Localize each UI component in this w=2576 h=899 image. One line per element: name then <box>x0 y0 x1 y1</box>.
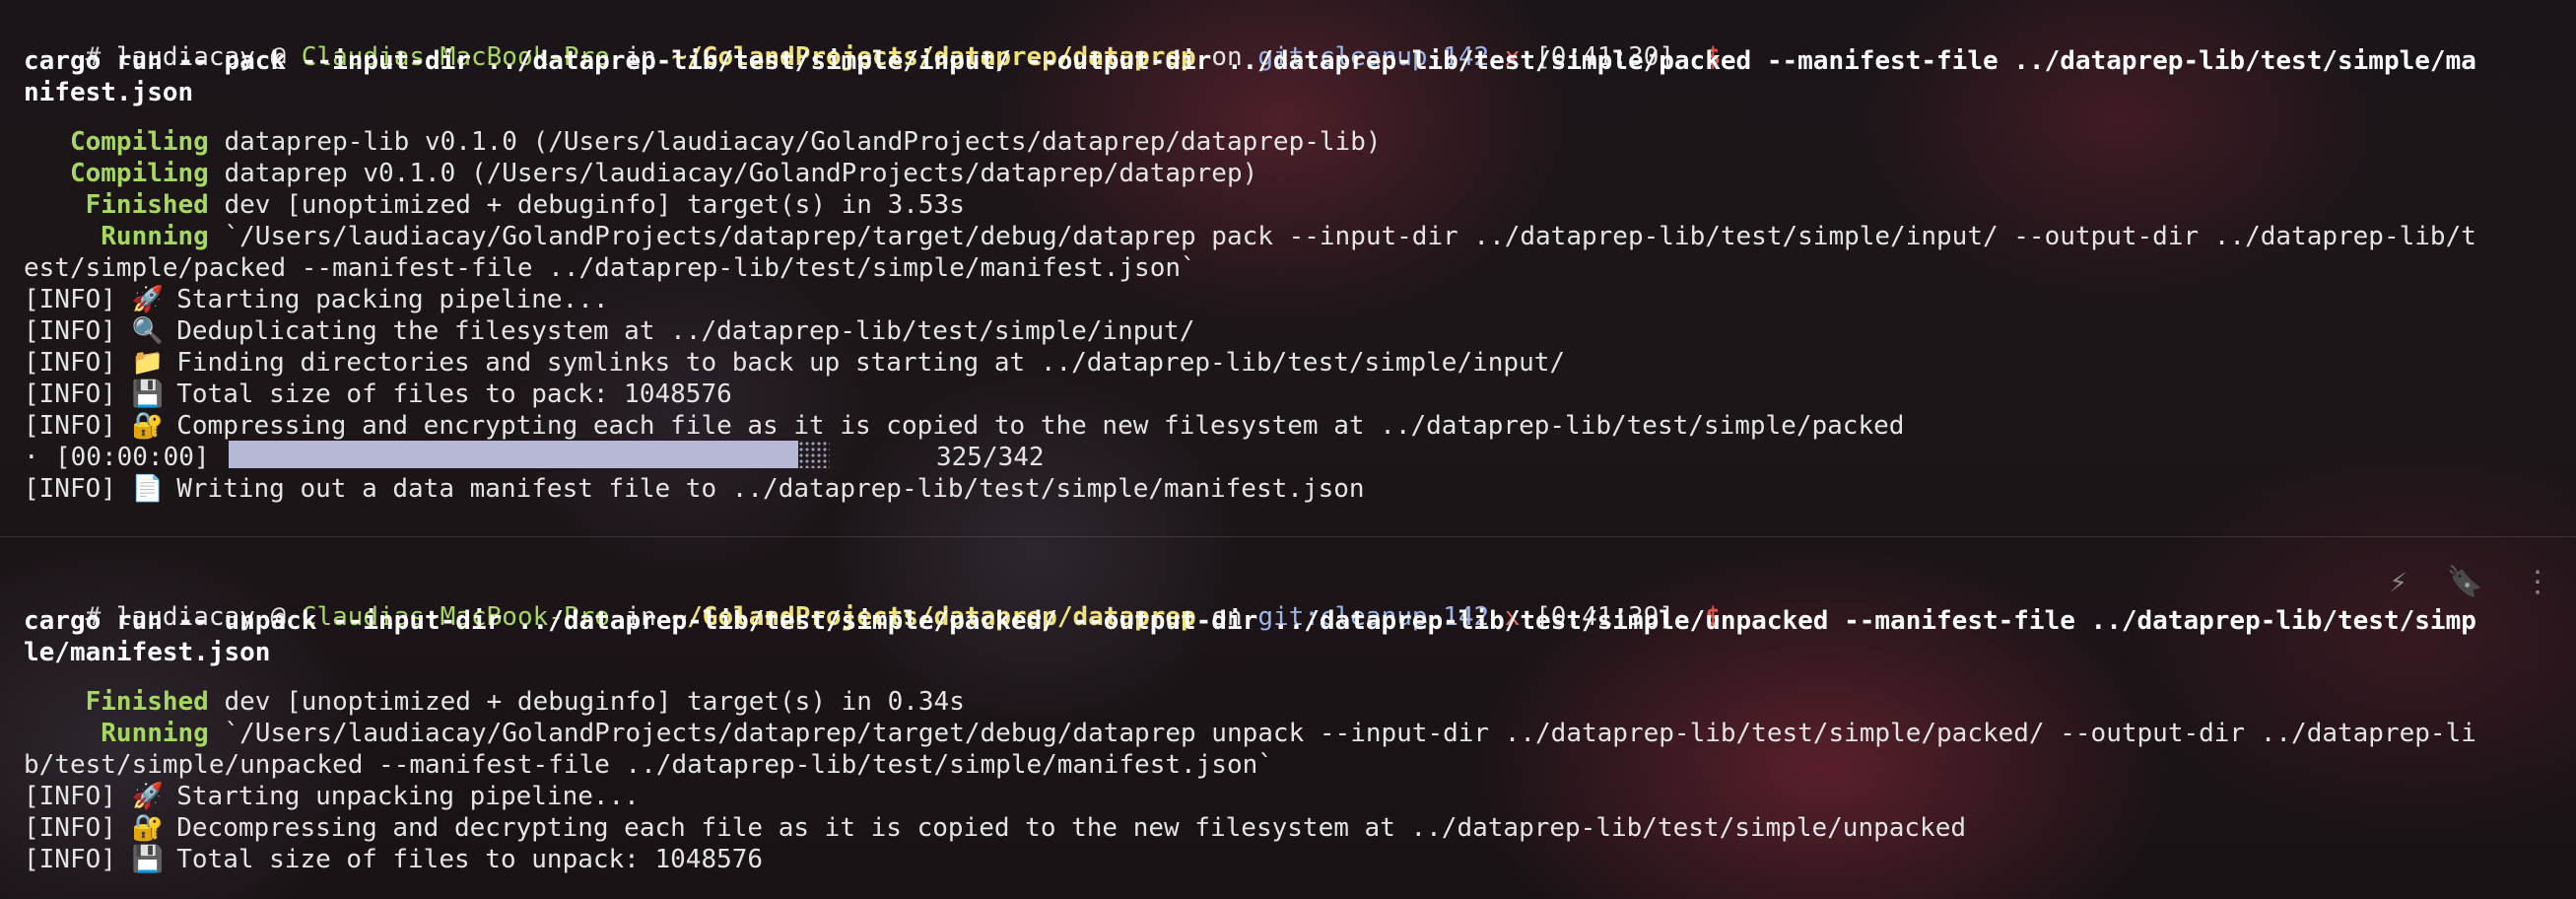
output-line: est/simple/packed --manifest-file ../dat… <box>24 253 1196 283</box>
prompt-line: # laudiacay @ Claudias-MacBook-Pro in ~/… <box>24 570 1721 632</box>
cargo-status: Compiling <box>24 127 209 157</box>
info-line: [INFO] 🚀 Starting packing pipeline... <box>24 284 609 315</box>
output-line: Running `/Users/laudiacay/GolandProjects… <box>24 718 2476 749</box>
folder-icon: 📁 <box>131 348 164 378</box>
info-line: [INFO] 📁 Finding directories and symlink… <box>24 347 1565 379</box>
info-line: [INFO] 📄 Writing out a data manifest fil… <box>24 473 1365 505</box>
output-text: dev [unoptimized + debuginfo] target(s) … <box>208 190 965 220</box>
cargo-status: Running <box>24 222 209 251</box>
output-line: Finished dev [unoptimized + debuginfo] t… <box>24 189 965 221</box>
progress-bar <box>229 441 859 468</box>
command-line-1: cargo run -- unpack --input-dir ../datap… <box>24 606 2476 636</box>
info-line: [INFO] 💾 Total size of files to pack: 10… <box>24 379 732 410</box>
info-prefix: [INFO] <box>24 474 132 504</box>
info-line: [INFO] 🚀 Starting unpacking pipeline... <box>24 781 640 812</box>
command-line-1: cargo run -- pack --input-dir ../datapre… <box>24 46 2476 76</box>
cargo-status: Running <box>24 719 209 748</box>
command-line-2: le/manifest.json <box>24 638 271 667</box>
info-prefix: [INFO] <box>24 782 132 811</box>
output-text: `/Users/laudiacay/GolandProjects/datapre… <box>208 719 2476 748</box>
output-text: dataprep-lib v0.1.0 (/Users/laudiacay/Go… <box>208 127 1382 157</box>
info-line: [INFO] 🔍 Deduplicating the filesystem at… <box>24 315 1194 347</box>
info-prefix: [INFO] <box>24 380 132 409</box>
bookmark-icon[interactable]: 🔖 <box>2447 568 2483 597</box>
lightning-icon[interactable]: ⚡ <box>2390 568 2407 597</box>
output-text: dataprep v0.1.0 (/Users/laudiacay/Goland… <box>208 159 1258 188</box>
output-line: Compiling dataprep-lib v0.1.0 (/Users/la… <box>24 126 1382 158</box>
lock-key-icon: 🔐 <box>131 813 164 843</box>
prompt-line: # laudiacay @ Claudias-MacBook-Pro in ~/… <box>24 10 1721 72</box>
rocket-icon: 🚀 <box>131 285 164 314</box>
cargo-status: Compiling <box>24 159 209 188</box>
info-prefix: [INFO] <box>24 316 132 346</box>
progress-bar-remaining <box>798 441 830 468</box>
progress-spinner: · <box>24 443 39 472</box>
lock-key-icon: 🔐 <box>131 411 164 441</box>
info-text: Finding directories and symlinks to back… <box>161 348 1566 378</box>
progress-elapsed: [00:00:00] <box>55 443 210 472</box>
info-line: [INFO] 🔐 Decompressing and decrypting ea… <box>24 812 1966 844</box>
info-prefix: [INFO] <box>24 411 132 441</box>
info-prefix: [INFO] <box>24 285 132 314</box>
info-text: Total size of files to pack: 1048576 <box>161 380 732 409</box>
command-line-2: nifest.json <box>24 78 194 107</box>
progress-count: 325/342 <box>936 443 1045 472</box>
more-options-icon[interactable]: ⋮ <box>2523 568 2552 597</box>
rocket-icon: 🚀 <box>131 782 164 811</box>
cargo-status: Finished <box>24 190 209 220</box>
output-text: `/Users/laudiacay/GolandProjects/datapre… <box>208 222 2476 251</box>
info-text: Starting unpacking pipeline... <box>161 782 640 811</box>
floppy-disk-icon: 💾 <box>131 380 164 409</box>
info-text: Decompressing and decrypting each file a… <box>161 813 1967 843</box>
output-line: b/test/simple/unpacked --manifest-file .… <box>24 750 1273 780</box>
output-line: Finished dev [unoptimized + debuginfo] t… <box>24 686 965 718</box>
output-text: dev [unoptimized + debuginfo] target(s) … <box>208 687 965 717</box>
info-line: [INFO] 🔐 Compressing and encrypting each… <box>24 410 1904 442</box>
document-icon: 📄 <box>131 474 164 504</box>
floppy-disk-icon: 💾 <box>131 845 164 874</box>
output-line: Compiling dataprep v0.1.0 (/Users/laudia… <box>24 158 1257 189</box>
info-text: Writing out a data manifest file to ../d… <box>161 474 1365 504</box>
info-prefix: [INFO] <box>24 813 132 843</box>
info-prefix: [INFO] <box>24 845 132 874</box>
block-divider <box>0 536 2576 537</box>
progress-bar-fill <box>229 441 798 468</box>
output-line: Running `/Users/laudiacay/GolandProjects… <box>24 221 2476 252</box>
info-text: Total size of files to unpack: 1048576 <box>161 845 764 874</box>
block-actions: ⚡ 🔖 ⋮ <box>2390 568 2552 597</box>
info-prefix: [INFO] <box>24 348 132 378</box>
info-line: [INFO] 💾 Total size of files to unpack: … <box>24 844 763 875</box>
info-text: Compressing and encrypting each file as … <box>161 411 1905 441</box>
info-text: Starting packing pipeline... <box>161 285 609 314</box>
cargo-status: Finished <box>24 687 209 717</box>
info-text: Deduplicating the filesystem at ../datap… <box>161 316 1195 346</box>
magnifier-icon: 🔍 <box>131 316 164 346</box>
